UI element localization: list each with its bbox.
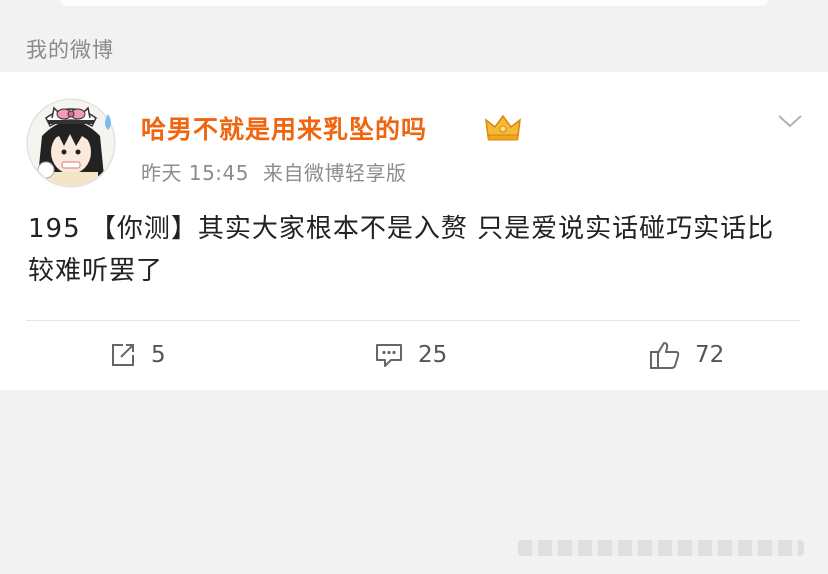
avatar[interactable] <box>24 96 118 190</box>
comment-count: 25 <box>418 342 448 368</box>
thumbs-up-icon <box>650 342 680 369</box>
section-title: 我的微博 <box>26 38 114 62</box>
previous-card-edge <box>60 0 768 6</box>
comment-bubble-icon <box>376 344 402 367</box>
divider <box>26 320 800 321</box>
repost-button[interactable]: 5 <box>109 338 166 372</box>
comment-button[interactable]: 25 <box>374 338 447 372</box>
watermark <box>518 540 804 556</box>
post-source[interactable]: 来自微博轻享版 <box>263 161 407 185</box>
post-meta: 昨天 15:45 来自微博轻享版 <box>141 157 421 186</box>
top-strip <box>0 0 828 22</box>
crown-badge-icon <box>485 114 521 141</box>
like-button[interactable]: 72 <box>649 338 724 372</box>
post-text: 195 【你测】其实大家根本不是入赘 只是爱说实话碰巧实话比较难听罢了 <box>28 214 775 286</box>
author-name[interactable]: 哈男不就是用来乳坠的吗 <box>141 110 427 146</box>
like-count: 72 <box>695 342 725 368</box>
weibo-post-card[interactable]: 哈男不就是用来乳坠的吗 昨天 15:45 来自微博轻享版 195 【你测】其实大家… <box>0 72 828 390</box>
share-arrow-icon <box>112 344 134 366</box>
repost-count: 5 <box>151 342 166 368</box>
avatar-illustration-icon <box>26 98 116 188</box>
chevron-down-icon[interactable] <box>776 112 804 130</box>
post-time: 昨天 15:45 <box>141 161 249 185</box>
